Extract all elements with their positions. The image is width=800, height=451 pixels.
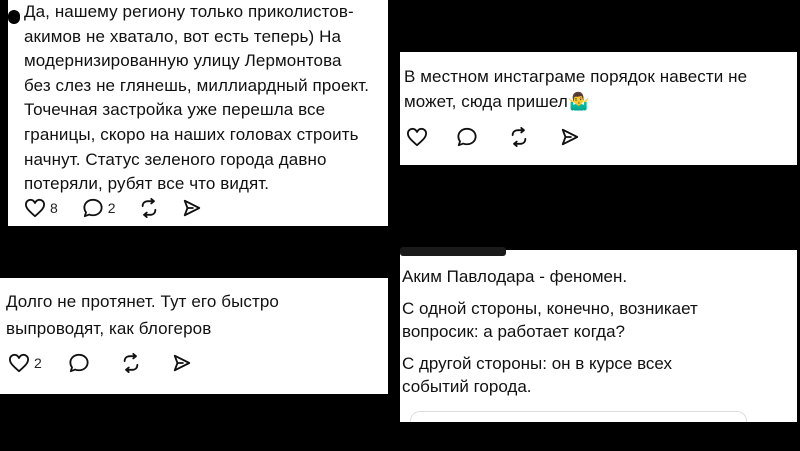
comment-icon xyxy=(69,353,89,373)
like-button[interactable] xyxy=(406,127,428,147)
comment-icon xyxy=(83,198,103,218)
like-button[interactable]: 2 xyxy=(8,353,42,373)
comment-paragraph: С одной стороны, конечно, возникает вопр… xyxy=(402,299,698,341)
reply-button[interactable]: 2 xyxy=(82,198,116,218)
reply-button[interactable] xyxy=(456,127,478,147)
repost-icon xyxy=(141,198,156,218)
heart-icon xyxy=(9,353,29,373)
share-button[interactable] xyxy=(182,198,202,218)
action-bar: 2 xyxy=(8,353,192,373)
action-bar: 8 2 xyxy=(24,198,202,218)
comment-text: Долго не протянет. Тут его быстро выпров… xyxy=(6,292,279,338)
reply-button[interactable] xyxy=(68,353,90,373)
repost-button[interactable] xyxy=(508,127,530,147)
send-icon xyxy=(173,354,190,372)
send-icon xyxy=(561,128,579,146)
repost-button[interactable] xyxy=(138,198,160,218)
avatar-edge xyxy=(8,10,20,24)
reply-input-edge[interactable] xyxy=(410,411,747,422)
share-button[interactable] xyxy=(560,127,580,147)
like-count: 2 xyxy=(34,355,42,371)
comment-card-4: Аким Павлодара - феномен. С одной сторон… xyxy=(400,247,797,422)
share-button[interactable] xyxy=(172,353,192,373)
comment-card-2: В местном инстаграме порядок навести не … xyxy=(400,52,797,165)
action-bar xyxy=(406,127,580,147)
comment-text: Да, нашему региону только приколистов- а… xyxy=(24,2,370,194)
repost-button[interactable] xyxy=(120,353,142,373)
like-button[interactable]: 8 xyxy=(24,198,58,218)
reply-count: 2 xyxy=(107,200,116,216)
like-count: 8 xyxy=(50,200,58,216)
comment-card-3: Долго не протянет. Тут его быстро выпров… xyxy=(0,278,388,394)
author-name-cropped xyxy=(400,247,506,256)
comment-icon xyxy=(457,127,477,147)
comment-text: В местном инстаграме порядок навести не … xyxy=(404,67,748,111)
comment-paragraph: Аким Павлодара - феномен. xyxy=(402,267,628,286)
heart-icon xyxy=(24,198,45,218)
heart-icon xyxy=(406,127,427,147)
repost-icon xyxy=(511,127,527,147)
send-icon xyxy=(183,199,200,217)
comment-paragraph: С другой стороны: он в курсе всех событи… xyxy=(402,354,673,396)
comment-card-1: Да, нашему региону только приколистов- а… xyxy=(8,0,388,226)
repost-icon xyxy=(123,353,139,373)
